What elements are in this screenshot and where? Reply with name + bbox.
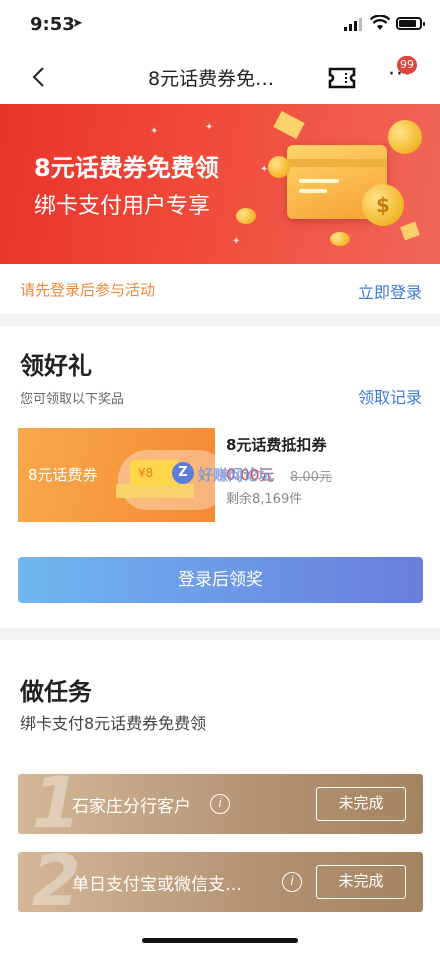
info-icon[interactable]: i <box>282 872 302 892</box>
sparkle-icon: ✦ <box>205 122 214 133</box>
sparkle-icon: ✦ <box>232 236 241 247</box>
task-status-button[interactable]: 未完成 <box>316 787 406 821</box>
coin-icon: $ <box>362 184 404 226</box>
task-section-subtitle: 绑卡支付8元话费券免费领 <box>20 714 207 733</box>
nav-bar: 8元话费券免… ··· 99 <box>0 50 440 104</box>
page-title: 8元话费券免… <box>148 68 275 90</box>
status-bar: 9:53 ➤ <box>0 0 440 50</box>
voucher-bill-icon: ¥8 <box>130 460 178 486</box>
notification-badge: 99 <box>397 56 417 74</box>
watermark-text: 好赚网论坛 <box>198 466 274 484</box>
prize-remaining: 剩余8,169件 <box>226 492 303 507</box>
info-icon[interactable]: i <box>210 794 230 814</box>
status-time: 9:53 <box>30 14 75 35</box>
home-indicator[interactable] <box>142 938 298 943</box>
signal-icon <box>344 18 362 31</box>
coin-icon <box>268 156 290 178</box>
coin-icon <box>388 120 422 154</box>
money-bill-icon <box>273 110 305 140</box>
home-indicator-area <box>0 918 440 953</box>
prize-image-label: 8元话费券 <box>28 466 98 484</box>
battery-icon <box>396 17 425 30</box>
coin-icon <box>236 208 256 224</box>
claim-record-link[interactable]: 领取记录 <box>358 384 422 408</box>
red-envelope-icon <box>400 221 420 241</box>
task-row[interactable]: 1 石家庄分行客户 i 未完成 <box>18 774 423 834</box>
chevron-left-icon[interactable] <box>28 66 50 88</box>
coin-icon <box>330 232 350 246</box>
gift-section: 领好礼 您可领取以下奖品 领取记录 8元话费券 ¥8 8元话费抵扣券 0.00元… <box>0 326 440 628</box>
sparkle-icon: ✦ <box>150 126 159 137</box>
login-link[interactable]: 立即登录 <box>358 279 422 303</box>
banner-headline: 8元话费券免费领 <box>34 154 219 182</box>
login-to-claim-button[interactable]: 登录后领奖 <box>18 557 423 603</box>
watermark-logo-icon: Z <box>172 462 194 484</box>
prize-name: 8元话费抵扣券 <box>226 436 327 454</box>
login-notice: 请先登录后参与活动 <box>20 281 156 299</box>
task-section: 做任务 绑卡支付8元话费券免费领 1 石家庄分行客户 i 未完成 2 单日支付宝… <box>0 640 440 918</box>
banner-subline: 绑卡支付用户专享 <box>34 194 211 219</box>
gift-section-title: 领好礼 <box>20 352 92 380</box>
prize-original-price: 8.00元 <box>290 470 332 485</box>
wifi-icon <box>370 15 390 30</box>
task-status-button[interactable]: 未完成 <box>316 865 406 899</box>
promo-banner: ✦ ✦ ✦ ✦ 8元话费券免费领 绑卡支付用户专享 $ <box>0 104 440 264</box>
task-row[interactable]: 2 单日支付宝或微信支… i 未完成 <box>18 852 423 912</box>
login-bar: 请先登录后参与活动 立即登录 <box>0 264 440 314</box>
task-name: 单日支付宝或微信支… <box>72 875 242 895</box>
task-section-title: 做任务 <box>20 678 92 706</box>
gift-section-subtitle: 您可领取以下奖品 <box>20 392 125 407</box>
task-name: 石家庄分行客户 <box>72 797 191 817</box>
location-arrow-icon: ➤ <box>72 16 83 31</box>
ticket-icon[interactable] <box>328 67 356 89</box>
